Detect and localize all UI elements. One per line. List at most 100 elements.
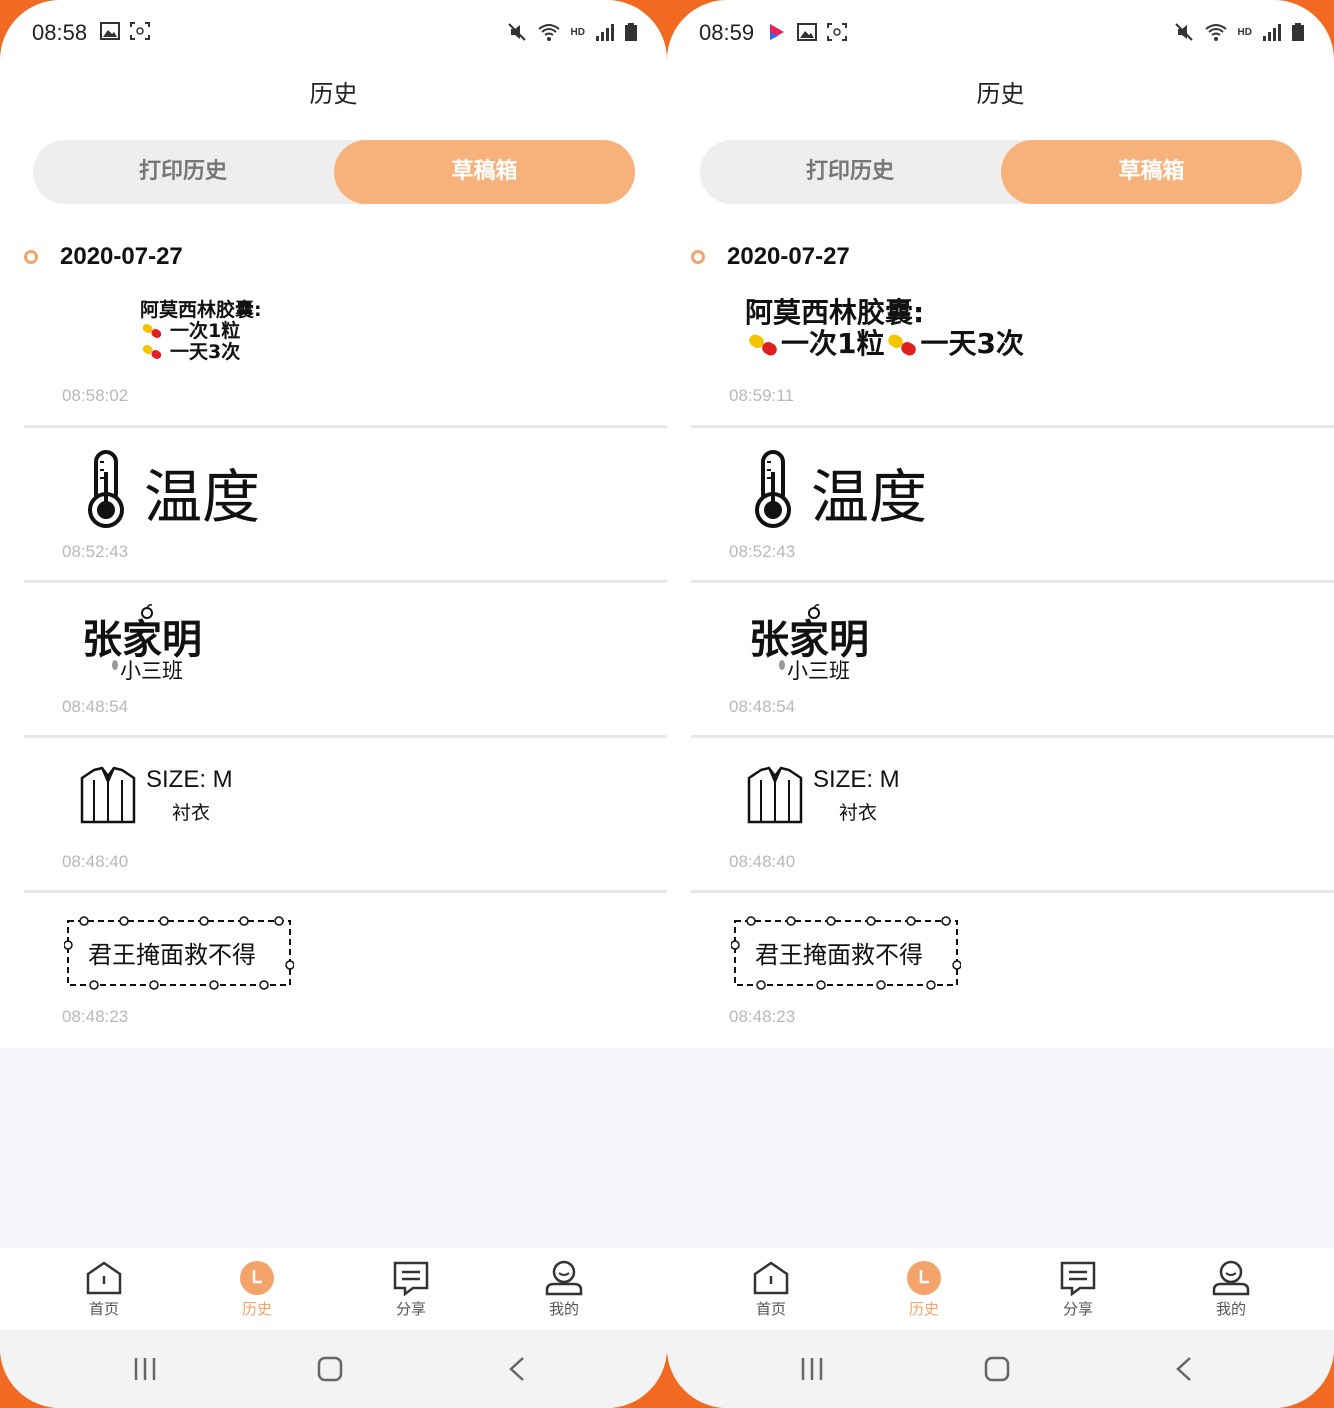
timeline-dot-icon: [691, 250, 705, 264]
item-med-title: 阿莫西林胶囊:: [745, 296, 925, 329]
status-bar: 08:59 HD: [667, 0, 1334, 66]
wifi-icon: [1204, 24, 1227, 41]
pill-icon: [749, 334, 777, 356]
page-title: 历史: [976, 80, 1025, 108]
item-time: 08:52:43: [729, 542, 796, 561]
tab-drafts[interactable]: 草稿箱: [334, 140, 635, 204]
segmented-control: 打印历史 草稿箱: [700, 140, 1302, 204]
item-subtitle: 衬衣: [172, 802, 211, 824]
user-icon: [1212, 1260, 1250, 1296]
back-icon[interactable]: [507, 1356, 527, 1382]
date-label: 2020-07-27: [60, 243, 183, 270]
tab-share[interactable]: 分享: [371, 1260, 451, 1319]
status-bar: 08:58 HD: [0, 0, 667, 66]
item-med-line1: 一次1粒: [781, 326, 885, 360]
back-icon[interactable]: [1174, 1356, 1194, 1382]
mute-icon: [507, 23, 526, 41]
item-time: 08:48:40: [62, 852, 129, 871]
list-item[interactable]: 温度 08:52:43: [24, 428, 667, 583]
share-icon: [393, 1261, 429, 1296]
item-size: SIZE: M: [146, 766, 233, 793]
item-med-title: 阿莫西林胶囊:: [140, 299, 262, 321]
recent-apps-icon[interactable]: [132, 1356, 158, 1382]
recent-apps-icon[interactable]: [799, 1356, 825, 1382]
item-time: 08:48:54: [729, 697, 796, 716]
tab-history[interactable]: 历史: [217, 1260, 297, 1319]
signal-icon: [1263, 24, 1281, 41]
tab-label: 分享: [1062, 1300, 1093, 1318]
tab-label: 历史: [908, 1300, 939, 1318]
home-button-icon[interactable]: [984, 1356, 1010, 1382]
pill-icon: [888, 334, 917, 356]
gallery-icon: [100, 22, 120, 40]
list-item[interactable]: 温度 08:52:43: [691, 428, 1334, 583]
list-item[interactable]: 阿莫西林胶囊: 一次1粒 一天3次 08:58:02: [24, 286, 667, 428]
item-med-line2: 一天3次: [920, 326, 1024, 360]
apple-icon: [808, 604, 820, 619]
share-icon: [1060, 1261, 1096, 1296]
tab-drafts[interactable]: 草稿箱: [1001, 140, 1302, 204]
list-item[interactable]: 张家明 小三班 08:48:54: [24, 583, 667, 738]
tab-label: 历史: [241, 1300, 272, 1318]
draft-list: 2020-07-27 阿莫西林胶囊: 一次1粒 一天3次 08:58:02 温度: [0, 226, 667, 1048]
tab-home[interactable]: 首页: [731, 1260, 811, 1319]
item-time: 08:59:11: [729, 386, 794, 405]
item-time: 08:48:40: [729, 852, 796, 871]
list-item[interactable]: 阿莫西林胶囊: 一次1粒 一天3次 08:59:11: [691, 286, 1334, 428]
shirt-icon: [80, 766, 136, 824]
bottom-tab-bar: 首页 历史 分享 我的: [0, 1248, 667, 1330]
phone-screen-left: 08:58 HD 历史 打印历史 草稿箱 2020-07-27 阿莫西林胶囊:: [0, 0, 667, 1408]
list-item[interactable]: 君王掩面救不得 08:48:23: [691, 893, 1334, 1048]
video-app-icon: [770, 24, 784, 40]
home-button-icon[interactable]: [317, 1356, 343, 1382]
shirt-icon: [747, 766, 803, 824]
item-text: 温度: [811, 463, 928, 531]
clock-icon: [240, 1261, 274, 1295]
list-item[interactable]: SIZE: M 衬衣 08:48:40: [24, 738, 667, 893]
tab-me[interactable]: 我的: [1191, 1260, 1271, 1319]
leaf-icon: [779, 660, 785, 670]
list-item[interactable]: SIZE: M 衬衣 08:48:40: [691, 738, 1334, 893]
tab-label: 分享: [395, 1300, 426, 1318]
draft-list: 2020-07-27 阿莫西林胶囊: 一次1粒 一天3次 08:59:11 温度 …: [667, 226, 1334, 1048]
tab-print-history[interactable]: 打印历史: [700, 140, 1000, 204]
item-time: 08:52:43: [62, 542, 129, 561]
wifi-icon: [537, 24, 560, 41]
date-header: 2020-07-27: [691, 242, 850, 272]
tab-label: 首页: [88, 1300, 119, 1318]
tab-label: 我的: [1215, 1300, 1246, 1318]
tab-history[interactable]: 历史: [884, 1260, 964, 1319]
clock-icon: [907, 1261, 941, 1295]
home-icon: [86, 1261, 122, 1295]
page-title: 历史: [309, 80, 358, 108]
tab-label: 首页: [755, 1300, 786, 1318]
signal-icon: [596, 24, 614, 41]
tab-print-history[interactable]: 打印历史: [33, 140, 333, 204]
item-size: SIZE: M: [813, 766, 900, 793]
system-nav-bar: [0, 1330, 667, 1408]
system-nav-bar: [667, 1330, 1334, 1408]
item-subtitle: 小三班: [787, 659, 850, 683]
list-item[interactable]: 张家明 小三班 08:48:54: [691, 583, 1334, 738]
status-time: 08:59: [699, 20, 755, 45]
tab-share[interactable]: 分享: [1038, 1260, 1118, 1319]
item-time: 08:48:23: [62, 1007, 129, 1026]
phone-screen-right: 08:59 HD 历史 打印历史 草稿箱 2020-07-27 阿莫西林胶囊:: [667, 0, 1334, 1408]
pill-icon: [142, 324, 162, 339]
item-poem: 君王掩面救不得: [755, 941, 923, 969]
segmented-control: 打印历史 草稿箱: [33, 140, 635, 204]
tab-me[interactable]: 我的: [524, 1260, 604, 1319]
pill-icon: [142, 345, 162, 360]
list-item[interactable]: 君王掩面救不得 08:48:23: [24, 893, 667, 1048]
mute-icon: [1174, 23, 1193, 41]
empty-area: [0, 1048, 667, 1248]
battery-icon: [625, 23, 637, 41]
date-header: 2020-07-27: [24, 242, 183, 272]
thermometer-icon: [755, 450, 791, 528]
leaf-icon: [112, 660, 118, 670]
tab-home[interactable]: 首页: [64, 1260, 144, 1319]
home-icon: [753, 1261, 789, 1295]
hd-icon: HD: [1237, 26, 1252, 38]
screenshot-icon: [827, 23, 847, 41]
item-time: 08:58:02: [62, 386, 129, 405]
